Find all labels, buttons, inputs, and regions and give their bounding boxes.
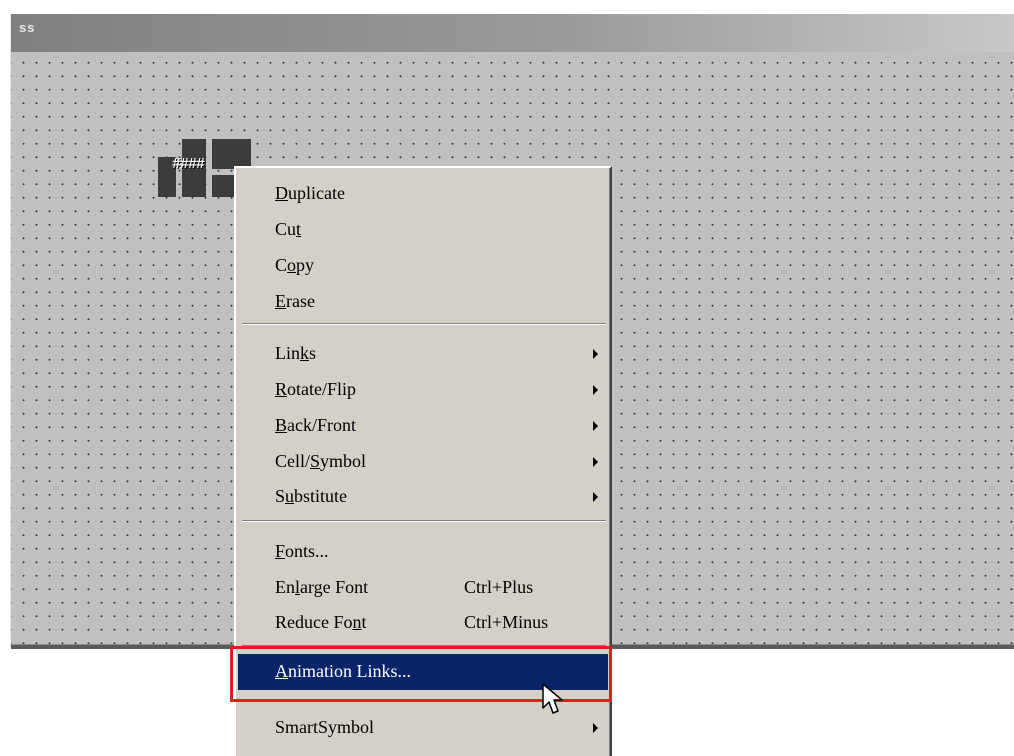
menu-item-links[interactable]: Links	[238, 336, 608, 372]
menu-item-fonts[interactable]: Fonts...	[238, 534, 608, 570]
submenu-arrow-icon	[593, 723, 598, 733]
menu-item-copy[interactable]: Copy	[238, 248, 608, 284]
menu-item-substitute[interactable]: Substitute	[238, 479, 608, 515]
menu-separator	[242, 323, 606, 325]
shortcut-label: Ctrl+Plus	[464, 577, 534, 597]
menu-item-erase[interactable]: Erase	[238, 284, 608, 320]
menu-item-enlarge-font[interactable]: Enlarge Font Ctrl+Plus	[238, 570, 608, 606]
cell-object-text: ####	[172, 156, 205, 173]
menu-separator	[242, 520, 606, 522]
submenu-arrow-icon	[593, 349, 598, 359]
mouse-pointer-icon	[542, 683, 563, 714]
submenu-arrow-icon	[593, 492, 598, 502]
window-title: ss	[19, 20, 36, 35]
menu-item-back-front[interactable]: Back/Front	[238, 408, 608, 444]
window-title-bar[interactable]: ss	[11, 14, 1014, 52]
menu-item-rotate-flip[interactable]: Rotate/Flip	[238, 372, 608, 408]
menu-item-duplicate[interactable]: Duplicate	[238, 176, 608, 212]
submenu-arrow-icon	[593, 457, 598, 467]
menu-item-cell-symbol[interactable]: Cell/Symbol	[238, 444, 608, 480]
shortcut-label: Ctrl+Minus	[464, 612, 549, 632]
menu-item-cut[interactable]: Cut	[238, 212, 608, 248]
menu-item-reduce-font[interactable]: Reduce Font Ctrl+Minus	[238, 605, 608, 641]
submenu-arrow-icon	[593, 385, 598, 395]
submenu-arrow-icon	[593, 421, 598, 431]
